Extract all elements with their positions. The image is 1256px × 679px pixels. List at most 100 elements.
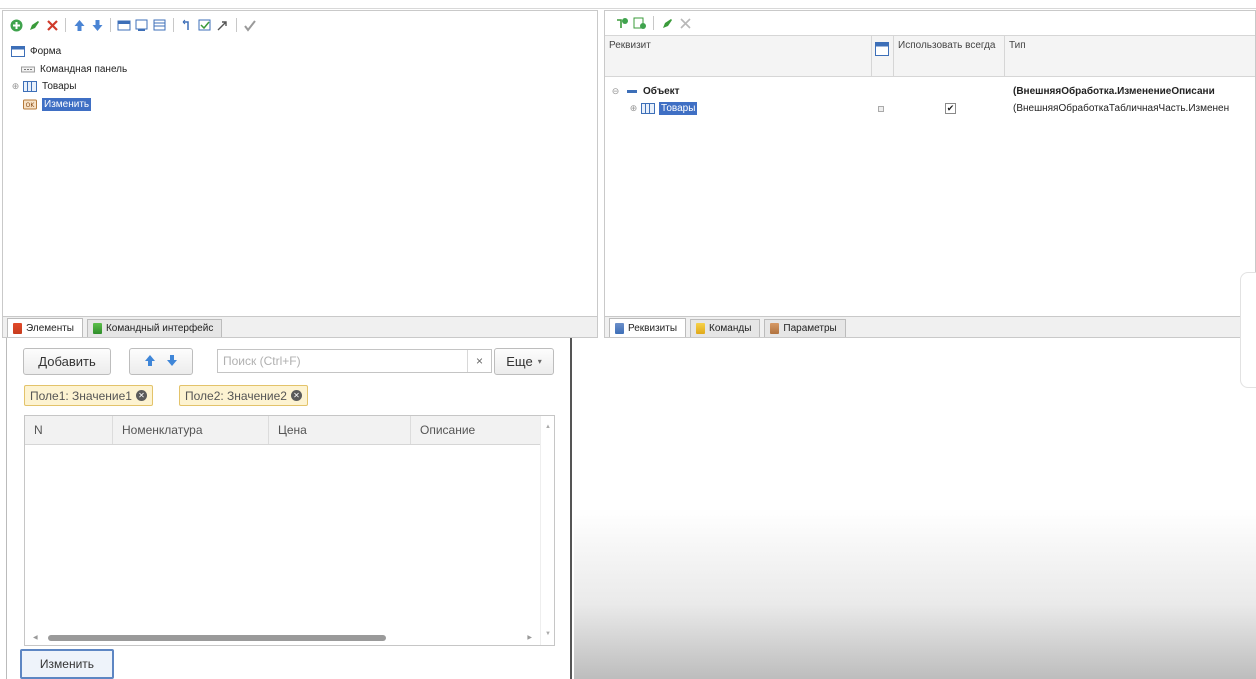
delete-icon[interactable] [678,16,692,30]
tab-label: Реквизиты [628,322,678,334]
tree-item-change[interactable]: OK Изменить [11,96,127,114]
edit-icon[interactable] [27,18,41,32]
remove-filter-icon[interactable]: ✕ [135,390,147,401]
tree-item-form[interactable]: Форма [11,43,127,61]
tab-label: Командный интерфейс [105,323,214,334]
tab-label: Элементы [26,322,74,334]
change-button[interactable]: Изменить [20,649,114,679]
scroll-right-icon[interactable]: ▶ [527,634,532,641]
toolbar-separator [65,18,66,32]
attribute-name: Объект [643,86,680,97]
use-always-checkbox[interactable]: ✔ [945,103,956,114]
column-header-n[interactable]: N [25,416,113,444]
move-down-icon[interactable] [166,354,178,370]
tree-item-goods[interactable]: ⊕ Товары [11,78,127,96]
check-form-icon[interactable] [198,18,212,32]
toolbar-separator [653,16,654,30]
add-icon[interactable] [9,18,23,32]
command-panel-icon [21,64,35,75]
form-icon [11,46,25,58]
collapse-icon[interactable]: ⊖ [611,86,620,97]
column-header-icon [872,36,894,77]
tab-label: Параметры [783,323,837,334]
add-button[interactable]: Добавить [23,348,111,375]
tab-elements[interactable]: Элементы [7,318,83,337]
toolbar-separator [173,18,174,32]
button-ok-icon: OK [23,99,37,110]
tab-attributes[interactable]: Реквизиты [609,318,687,337]
expand-icon[interactable]: ⊕ [629,103,638,114]
attribute-row-object[interactable]: ⊖ Объект (ВнешняяОбработка.ИзменениеОпис… [605,83,1255,100]
add-column-icon[interactable] [633,16,647,30]
scroll-left-icon[interactable]: ◀ [33,634,38,641]
elements-pane: Форма Командная панель ⊕ Товары OK Измен… [2,10,598,338]
column-header-rekvizit[interactable]: Реквизит [605,36,872,77]
toolbar-separator [236,18,237,32]
vertical-scrollbar[interactable]: ▲ ▼ [540,416,554,645]
edit-icon[interactable] [660,16,674,30]
side-panel-edge [1240,272,1256,388]
form-preview: Добавить Поиск (Ctrl+F) × Еще ▾ Поле1: З… [6,338,572,679]
move-buttons [129,348,193,375]
list-icon [875,42,889,56]
more-button[interactable]: Еще ▾ [494,348,554,375]
table-icon [23,81,37,93]
column-header-description[interactable]: Описание [411,416,542,444]
column-header-nomenclature[interactable]: Номенклатура [113,416,269,444]
filter-chip-label: Поле2: Значение2 [185,388,287,403]
tree-item-label: Товары [42,81,77,93]
attributes-toolbar [605,11,1255,35]
tab-command-interface[interactable]: Командный интерфейс [86,319,223,337]
tree-item-label: Изменить [42,97,92,111]
object-icon [627,90,637,93]
list-marker-icon [878,105,884,112]
scroll-down-icon[interactable]: ▼ [545,631,551,637]
tree-item-command-panel[interactable]: Командная панель [11,61,127,79]
add-attribute-icon[interactable] [615,16,629,30]
attributes-tab-icon [615,322,624,334]
add-table-icon[interactable] [153,18,167,32]
column-header-use-always[interactable]: Использовать всегда [894,36,1005,77]
elements-tab-icon [13,322,22,334]
table-icon [641,103,655,114]
arrow-tool-icon[interactable] [216,18,230,32]
attributes-pane: Реквизит Использовать всегда Тип ⊖ Объек… [604,10,1256,338]
tab-label: Команды [709,323,752,334]
tab-commands[interactable]: Команды [690,319,761,337]
goods-table: N Номенклатура Цена Описание ▲ ▼ ◀ ▶ [24,415,555,646]
toolbar-separator [110,18,111,32]
column-header-price[interactable]: Цена [269,416,411,444]
tab-parameters[interactable]: Параметры [764,319,846,337]
filter-chip[interactable]: Поле1: Значение1 ✕ [24,385,153,406]
command-interface-tab-icon [92,323,102,334]
scroll-thumb[interactable] [48,635,386,641]
move-down-icon[interactable] [90,18,104,32]
add-field-icon[interactable] [117,18,131,32]
empty-area [574,338,1256,679]
svg-text:OK: OK [26,102,36,109]
search-placeholder: Поиск (Ctrl+F) [223,354,301,368]
bind-icon[interactable] [180,18,194,32]
more-button-label: Еще [506,354,533,369]
commands-tab-icon [696,323,706,334]
column-header-type[interactable]: Тип [1005,36,1255,77]
top-strip [0,0,1256,9]
filter-chip[interactable]: Поле2: Значение2 ✕ [179,385,308,406]
elements-tree: Форма Командная панель ⊕ Товары OK Измен… [11,43,127,113]
move-up-icon[interactable] [144,354,156,370]
attributes-tabbar: Реквизиты Команды Параметры [605,316,1255,337]
add-group-icon[interactable] [135,18,149,32]
scroll-up-icon[interactable]: ▲ [545,424,551,430]
filter-chip-label: Поле1: Значение1 [30,388,132,403]
checkmark-icon[interactable] [243,18,257,32]
search-input[interactable]: Поиск (Ctrl+F) × [217,349,492,373]
expand-icon[interactable]: ⊕ [11,81,20,92]
elements-tabbar: Элементы Командный интерфейс [3,316,597,337]
table-header: N Номенклатура Цена Описание [25,416,540,445]
delete-icon[interactable] [45,18,59,32]
remove-filter-icon[interactable]: ✕ [290,390,302,401]
horizontal-scrollbar[interactable]: ◀ ▶ [25,631,540,645]
clear-search-icon[interactable]: × [467,350,491,372]
attribute-row-goods[interactable]: ⊕ Товары ✔ (ВнешняяОбработкаТабличнаяЧас… [605,100,1255,117]
move-up-icon[interactable] [72,18,86,32]
